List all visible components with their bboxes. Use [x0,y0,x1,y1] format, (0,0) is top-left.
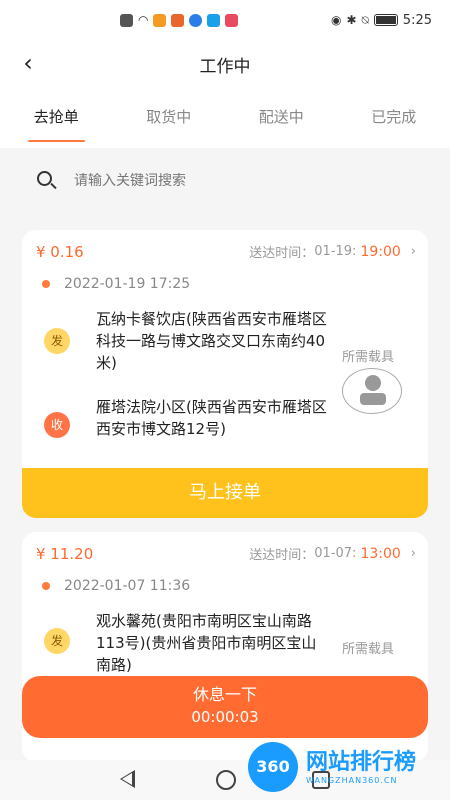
take-break-label: 休息一下 [192,685,257,704]
vehicle-label: 所需载具 [342,350,395,365]
page-title: 工作中 [199,56,251,77]
app-notification-icon [189,13,203,27]
receiver-address: 雁塔法院小区(陕西省西安市雁塔区西安市博文路12号) [96,398,327,438]
eta-date: 01-19: [314,244,357,259]
tab-bar: 去抢单 取货中 配送中 已完成 [0,88,450,148]
order-price: ¥ 11.20 [36,544,94,563]
delivery-time[interactable]: 送达时间： 01-07: 13:00 › [249,544,416,564]
nav-home-icon[interactable] [216,770,236,790]
status-dot-icon [42,280,50,288]
order-created-time: 2022-01-19 17:25 [64,276,191,292]
watermark-logo: 360 网站排行榜 WANGZHAN360.CN [248,738,448,796]
watermark-badge: 360 [248,742,298,792]
chevron-right-icon: › [410,244,416,259]
order-header: ¥ 11.20 送达时间： 01-07: 13:00 › [36,544,416,564]
tab-picking-up[interactable]: 取货中 [113,88,226,148]
eta-time: 19:00 [360,243,401,260]
search-icon[interactable] [36,170,58,192]
receiver-badge: 收 [44,412,70,438]
battery-icon [373,14,398,26]
order-price: ¥ 0.16 [36,242,84,261]
sender-address: 瓦纳卡餐饮店(陕西省西安市雁塔区科技一路与博文路交叉口东南约40米) [96,310,327,372]
break-timer: 00:00:03 [191,708,259,726]
eye-icon: ◉ [331,12,342,27]
accept-order-button[interactable]: 马上接单 [22,468,428,518]
app-notification-icon [171,13,185,27]
delivery-time[interactable]: 送达时间： 01-19: 19:00 › [249,242,416,262]
tab-delivering[interactable]: 配送中 [225,88,338,148]
eta-label: 送达时间： [249,548,315,563]
sender-badge: 发 [44,628,70,654]
search-bar [0,148,450,214]
tab-grab-orders[interactable]: 去抢单 [0,88,113,148]
search-input[interactable] [74,173,374,189]
system-icons: ◉ ✱ ⍉ 5:25 [331,13,432,28]
status-bar: ◠ ◉ ✱ ⍉ 5:25 [0,0,450,40]
tab-completed[interactable]: 已完成 [338,88,450,148]
back-button[interactable]: ‹ [14,50,42,78]
status-dot-icon [42,582,50,590]
sender-address: 观水馨苑(贵阳市南明区宝山南路113号)(贵州省贵阳市南明区宝山南路) [96,612,317,674]
eta-date: 01-07: [314,546,357,561]
watermark-title: 网站排行榜 [306,749,417,775]
notification-icons: ◠ [120,12,239,27]
eta-time: 13:00 [360,545,401,562]
take-break-button[interactable]: 休息一下 00:00:03 [22,676,428,738]
nav-back-icon[interactable] [120,770,135,788]
chevron-right-icon: › [410,546,416,561]
order-created-row: 2022-01-07 11:36 [42,578,190,594]
vehicle-label: 所需载具 [342,642,395,657]
courier-vehicle-icon [342,368,402,414]
bluetooth-icon: ✱ [346,12,357,27]
sender-badge: 发 [44,328,70,354]
nav-bar: ‹ 工作中 [0,40,450,88]
mute-icon: ⍉ [361,12,369,27]
wifi-icon: ◠ [138,12,149,27]
app-notification-icon [153,13,167,27]
app-notification-icon [225,13,239,27]
watermark-url: WANGZHAN360.CN [306,775,398,785]
alert-icon [120,13,133,27]
app-notification-icon [207,13,221,27]
order-card[interactable]: ¥ 0.16 送达时间： 01-19: 19:00 › 2022-01-19 1… [22,230,428,518]
chevron-left-icon: ‹ [23,49,33,77]
clock: 5:25 [402,12,432,28]
order-created-row: 2022-01-19 17:25 [42,276,190,292]
eta-label: 送达时间： [249,246,315,261]
order-created-time: 2022-01-07 11:36 [64,578,191,594]
order-header: ¥ 0.16 送达时间： 01-19: 19:00 › [36,242,416,262]
